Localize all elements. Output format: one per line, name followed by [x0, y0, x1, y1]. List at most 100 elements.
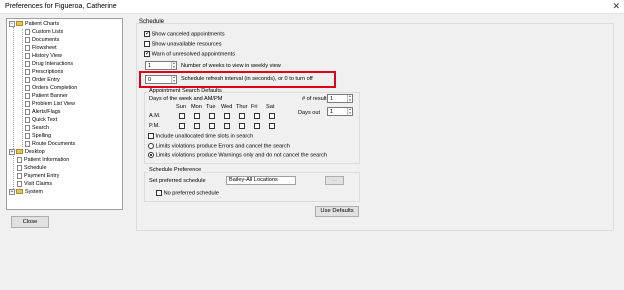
day-am-checkbox[interactable] [179, 113, 185, 119]
no-preferred-row[interactable]: No preferred schedule [156, 190, 219, 196]
document-icon [17, 156, 22, 163]
spinner-arrows-icon[interactable]: ▲ ▼ [347, 107, 352, 115]
day-header: Tue [206, 104, 216, 110]
warn-unresolved-row[interactable]: ✓ Warn of unresolved appointments [144, 51, 235, 57]
tree-item-label: Drug Interactions [32, 61, 74, 67]
show-unavailable-row[interactable]: Show unavailable resources [144, 41, 222, 47]
tree-item-label: Visit Claims [24, 181, 53, 187]
tree-item-label: Flowsheet [32, 45, 57, 51]
include-unallocated-row[interactable]: Include unallocated time slots in search [148, 133, 253, 139]
tree-item[interactable]: Quick Text [25, 116, 57, 124]
limits-warnings-row[interactable]: Limits violations produce Warnings only … [148, 152, 327, 158]
weeks-spinner[interactable]: 1 ▲ ▼ [145, 61, 177, 70]
show-canceled-row[interactable]: ✓ Show canceled appointments [144, 31, 225, 37]
am-label: A.M. [149, 113, 161, 119]
results-spinner[interactable]: 1 ▲ ▼ [327, 94, 353, 103]
document-icon [25, 116, 30, 123]
tree-item[interactable]: Flowsheet [25, 44, 57, 52]
tree-item[interactable]: Documents [25, 36, 59, 44]
tree-item-label: Payment Entry [24, 173, 60, 179]
warn-unresolved-checkbox[interactable]: ✓ [144, 51, 150, 57]
document-icon [25, 108, 30, 115]
tree-item[interactable]: Drug Interactions [25, 60, 73, 68]
limits-errors-radio[interactable] [148, 143, 154, 149]
spinner-arrows-icon[interactable]: ▲ ▼ [171, 61, 176, 69]
spinner-arrows-icon[interactable]: ▲ ▼ [347, 94, 352, 102]
tree-item[interactable]: Visit Claims [9, 180, 52, 188]
day-pm-checkbox[interactable] [209, 123, 215, 129]
day-am-checkbox[interactable] [224, 113, 230, 119]
no-preferred-checkbox[interactable] [156, 190, 162, 196]
limits-warnings-radio[interactable] [148, 152, 154, 158]
tree-item[interactable]: Spelling [25, 132, 51, 140]
tree-item[interactable]: + Desktop [9, 148, 45, 156]
folder-icon [16, 189, 23, 195]
limits-errors-label: Limits violations produce Errors and can… [155, 143, 290, 150]
tree-item[interactable]: Alerts/Flags [25, 108, 60, 116]
tree-item[interactable]: History View [25, 52, 62, 60]
use-defaults-button[interactable]: Use Defaults [315, 206, 359, 217]
tree-item[interactable]: Payment Entry [9, 172, 59, 180]
expander-icon[interactable]: + [9, 148, 15, 155]
preferred-schedule-field[interactable]: Bailey-All Locations [226, 176, 296, 185]
show-canceled-checkbox[interactable]: ✓ [144, 31, 150, 37]
tree-item[interactable]: Schedule [9, 164, 46, 172]
tree-item-label: Spelling [32, 133, 52, 139]
set-preferred-label: Set preferred schedule [149, 178, 206, 184]
highlight-annotation [139, 71, 336, 88]
day-am-checkbox[interactable] [239, 113, 245, 119]
window-title: Preferences for Figueroa, Catherine [5, 3, 117, 10]
tree-item-label: Custom Lists [32, 29, 64, 35]
tree-item[interactable]: Prescriptions [25, 68, 63, 76]
tree-item[interactable]: + System [9, 188, 43, 196]
tree-item[interactable]: Problem List View [25, 100, 75, 108]
day-pm-checkbox[interactable] [194, 123, 200, 129]
document-icon [25, 44, 30, 51]
tree-item[interactable]: Orders Completion [25, 84, 77, 92]
day-am-checkbox[interactable] [269, 113, 275, 119]
preferences-tree[interactable]: − Patient Charts Custom Lists Documents Flow… [6, 18, 123, 210]
tree-item-label: Patient Banner [32, 93, 68, 99]
tree-item[interactable]: − Patient Charts [9, 20, 59, 28]
browse-schedule-button[interactable]: ... [325, 176, 344, 185]
document-icon [25, 132, 30, 139]
include-unallocated-checkbox[interactable] [148, 133, 154, 139]
pm-label: P.M. [149, 123, 160, 129]
weeks-label: Number of weeks to view in weekly view [181, 63, 281, 69]
search-defaults-label: Appointment Search Defaults [148, 88, 223, 94]
close-button[interactable]: Close [11, 216, 49, 228]
no-preferred-label: No preferred schedule [163, 190, 219, 197]
tree-item[interactable]: Search [25, 124, 49, 132]
day-pm-checkbox[interactable] [239, 123, 245, 129]
day-pm-checkbox[interactable] [179, 123, 185, 129]
weeks-value: 1 [148, 63, 152, 69]
folder-icon [16, 149, 23, 155]
close-icon[interactable]: ✕ [612, 1, 620, 12]
document-icon [25, 92, 30, 99]
limits-errors-row[interactable]: Limits violations produce Errors and can… [148, 143, 290, 149]
tree-item-label: Prescriptions [32, 69, 64, 75]
day-am-checkbox[interactable] [209, 113, 215, 119]
tree-item[interactable]: Patient Banner [25, 92, 68, 100]
tree-item[interactable]: Custom Lists [25, 28, 63, 36]
days-label: Days of the week and AM/PM [149, 96, 223, 102]
tree-item-label: Quick Text [32, 117, 58, 123]
expander-icon[interactable]: − [9, 20, 15, 27]
document-icon [25, 84, 30, 91]
tree-item[interactable]: Route Documents [25, 140, 75, 148]
day-am-checkbox[interactable] [194, 113, 200, 119]
folder-icon [16, 21, 23, 27]
tree-item-label: Alerts/Flags [32, 109, 61, 115]
document-icon [17, 172, 22, 179]
day-pm-checkbox[interactable] [224, 123, 230, 129]
tree-item[interactable]: Patient Information [9, 156, 69, 164]
tree-item-label: Documents [32, 37, 60, 43]
day-pm-checkbox[interactable] [254, 123, 260, 129]
day-am-checkbox[interactable] [254, 113, 260, 119]
schedule-preference-label: Schedule Preference [148, 167, 203, 173]
show-unavailable-checkbox[interactable] [144, 41, 150, 47]
tree-item[interactable]: Order Entry [25, 76, 60, 84]
day-pm-checkbox[interactable] [269, 123, 275, 129]
expander-icon[interactable]: + [9, 188, 15, 195]
days-out-spinner[interactable]: 1 ▲ ▼ [327, 107, 353, 116]
